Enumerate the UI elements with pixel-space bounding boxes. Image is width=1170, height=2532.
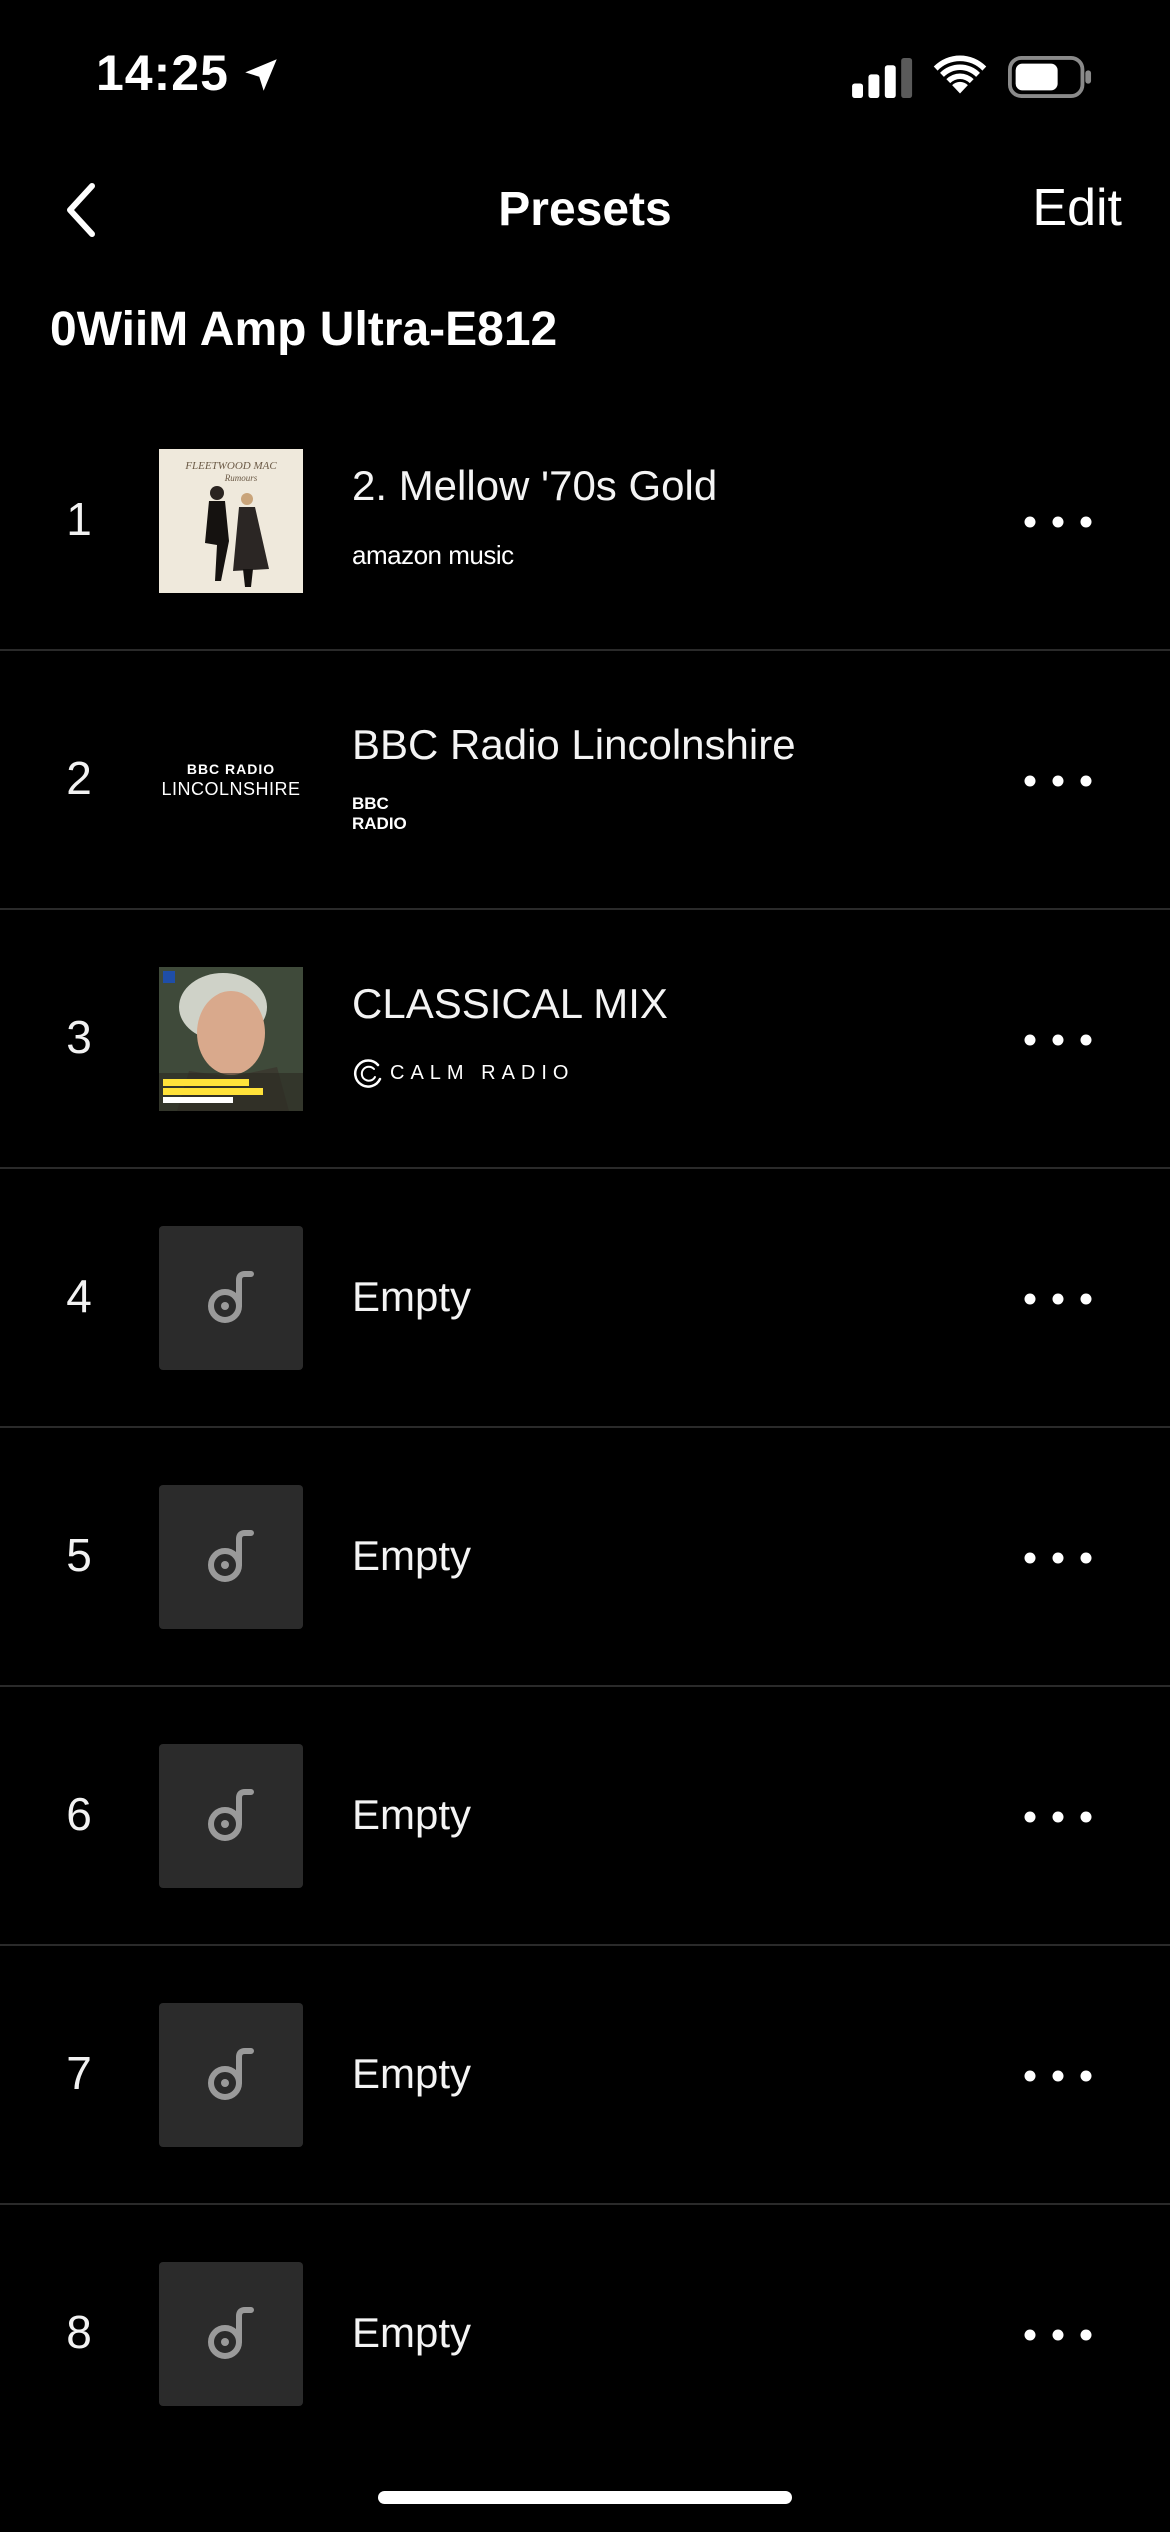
preset-number: 5 [66,1529,92,1581]
source-name: BBC RADIO [352,794,407,833]
more-dots-icon[interactable] [1018,1797,1098,1837]
preset-number: 4 [66,1270,92,1322]
preset-title: Empty [352,1273,472,1320]
more-dots-icon[interactable] [1018,2315,1098,2355]
empty-preset-art [159,2262,303,2406]
music-note-icon [208,1271,254,1323]
preset-list: 1 FLEETWOOD MAC Rumours 2. Mellow '70s G… [0,392,1170,2462]
page-title: Presets [498,183,672,236]
nav-bar: Presets Edit [0,160,1170,260]
home-indicator[interactable] [378,2491,792,2504]
wifi-icon [933,55,987,94]
preset-row-5[interactable]: 5 Empty [0,1428,1170,1687]
music-note-icon [208,2307,254,2359]
more-dots-icon[interactable] [1018,2056,1098,2096]
preset-title: Empty [352,2309,472,2356]
preset-title: Empty [352,2050,472,2097]
cellular-signal-icon [852,58,913,98]
art-text-bottom: LINCOLNSHIRE [161,778,301,799]
music-note-icon [208,1530,254,1582]
preset-number: 3 [66,1011,92,1063]
haydn-complete-symphonies-cover [159,967,303,1111]
art-text-top: BBC RADIO [186,760,276,777]
preset-title: Empty [352,1791,472,1838]
preset-row-6[interactable]: 6 Empty [0,1687,1170,1946]
preset-title: CLASSICAL MIX [352,980,668,1027]
preset-row-8[interactable]: 8 Empty [0,2205,1170,2462]
preset-number: 6 [66,1788,92,1840]
empty-preset-art [159,1226,303,1370]
preset-row-7[interactable]: 7 Empty [0,1946,1170,2205]
calm-radio-swirl-icon [353,1059,382,1088]
preset-row-3[interactable]: 3 CLASSICAL MIX CALM RADIO [0,910,1170,1169]
presets-screen: 14:25 Presets Edit 0WiiM Amp Ultra-E812 … [0,0,1170,2532]
preset-row-4[interactable]: 4 Empty [0,1169,1170,1428]
battery-icon [1008,56,1092,98]
more-dots-icon[interactable] [1018,1538,1098,1578]
empty-preset-art [159,1485,303,1629]
preset-number: 1 [66,493,92,545]
svg-text:FLEETWOOD MAC: FLEETWOOD MAC [184,460,277,472]
preset-title: Empty [352,1532,472,1579]
preset-number: 8 [66,2306,92,2358]
location-arrow-icon [245,59,277,91]
bbc-radio-lincolnshire-logo: BBC RADIO LINCOLNSHIRE [159,708,303,852]
status-time: 14:25 [96,45,229,101]
music-note-icon [208,2048,254,2100]
bbc-radio-logo: BBC RADIO [352,789,422,839]
calm-radio-logo: CALM RADIO [352,1048,574,1098]
status-bar: 14:25 [0,0,1170,150]
svg-text:Rumours: Rumours [224,473,258,483]
preset-title: BBC Radio Lincolnshire [352,721,796,768]
fleetwood-mac-rumours-cover: FLEETWOOD MAC Rumours [159,449,303,593]
more-dots-icon[interactable] [1018,761,1098,801]
preset-number: 2 [66,752,92,804]
more-dots-icon[interactable] [1018,1279,1098,1319]
more-dots-icon[interactable] [1018,1020,1098,1060]
preset-title: 2. Mellow '70s Gold [352,462,718,509]
source-name: amazon music [352,539,514,570]
edit-button[interactable]: Edit [1032,178,1122,238]
more-dots-icon[interactable] [1018,502,1098,542]
empty-preset-art [159,1744,303,1888]
preset-row-1[interactable]: 1 FLEETWOOD MAC Rumours 2. Mellow '70s G… [0,392,1170,651]
empty-preset-art [159,2003,303,2147]
source-name: CALM RADIO [390,1061,575,1084]
music-note-icon [208,1789,254,1841]
amazon-music-logo: amazon music [352,530,514,580]
preset-number: 7 [66,2047,92,2099]
device-name: 0WiiM Amp Ultra-E812 [50,303,558,356]
preset-row-2[interactable]: 2 BBC RADIO LINCOLNSHIRE BBC Radio Linco… [0,651,1170,910]
